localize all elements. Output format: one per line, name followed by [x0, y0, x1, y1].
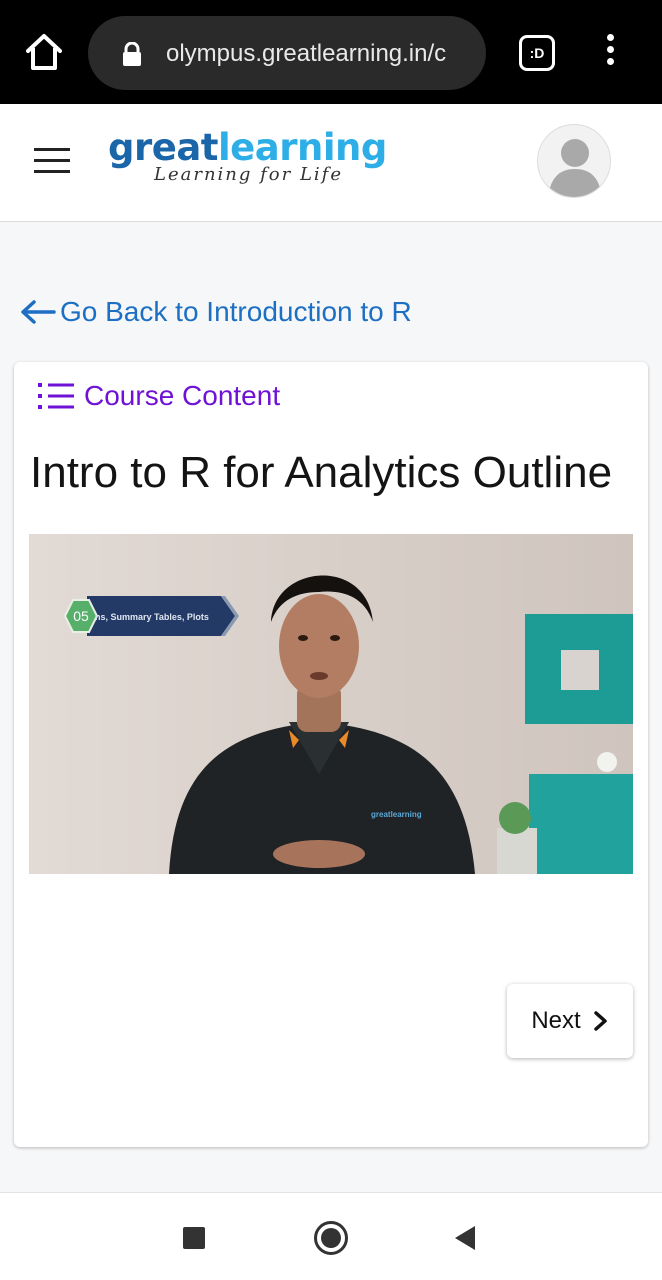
- tabs-switcher-button[interactable]: :D: [519, 35, 555, 71]
- browser-toolbar: olympus.greatlearning.in/c :D: [0, 0, 662, 104]
- list-icon: [38, 383, 74, 409]
- page-title: Intro to R for Analytics Outline: [30, 448, 613, 497]
- browser-home-icon[interactable]: [22, 30, 66, 74]
- chevron-right-icon: [593, 1011, 607, 1031]
- lock-icon: [121, 41, 143, 66]
- arrow-left-icon: [21, 300, 56, 324]
- recent-apps-icon[interactable]: [183, 1227, 205, 1249]
- back-link-label: Go Back to Introduction to R: [60, 296, 412, 327]
- site-header: greatlearning Learning for Life: [0, 104, 662, 222]
- video-badge-number: 05: [73, 608, 89, 624]
- course-content-toggle[interactable]: Course Content: [36, 378, 280, 414]
- android-nav-bar: [0, 1192, 662, 1280]
- hamburger-menu-icon[interactable]: [34, 148, 70, 176]
- next-button[interactable]: Next: [507, 984, 633, 1058]
- home-circle-icon[interactable]: [314, 1221, 348, 1255]
- logo-word-great: great: [108, 126, 218, 169]
- lesson-card: Course Content Intro to R for Analytics …: [14, 362, 648, 1147]
- next-button-label: Next: [531, 1007, 581, 1034]
- video-badge-text: ns, Summary Tables, Plots: [95, 612, 209, 622]
- url-text: olympus.greatlearning.in/c: [166, 40, 447, 67]
- back-triangle-icon[interactable]: [455, 1226, 475, 1250]
- address-bar[interactable]: olympus.greatlearning.in/c: [88, 16, 486, 90]
- greatlearning-logo[interactable]: greatlearning Learning for Life: [108, 128, 398, 192]
- back-to-course-link[interactable]: Go Back to Introduction to R: [20, 292, 412, 332]
- shirt-logo-text: greatlearning: [371, 810, 422, 819]
- course-content-label: Course Content: [84, 380, 281, 411]
- video-player[interactable]: 05 ns, Summary Tables, Plots greatlearni…: [29, 534, 633, 874]
- browser-menu-icon[interactable]: [600, 34, 620, 74]
- video-thumbnail: 05 ns, Summary Tables, Plots greatlearni…: [29, 534, 633, 874]
- user-avatar[interactable]: [537, 124, 611, 198]
- logo-word-learning: learning: [217, 126, 387, 169]
